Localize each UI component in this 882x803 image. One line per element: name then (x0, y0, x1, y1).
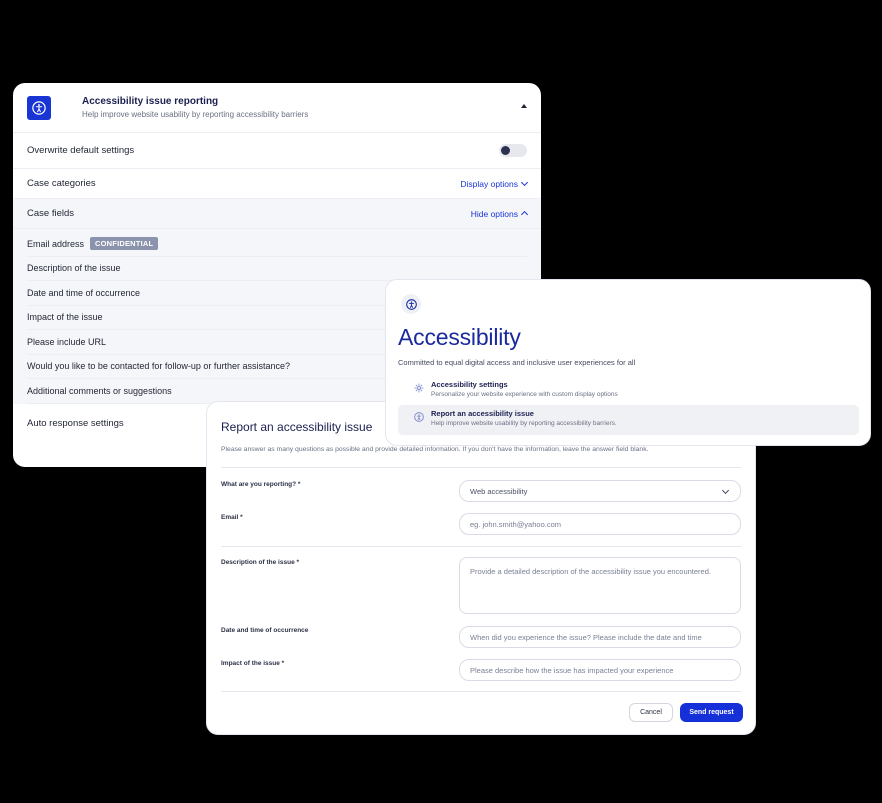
collapse-caret-icon[interactable] (521, 104, 527, 108)
chevron-up-icon (520, 210, 529, 219)
hide-options-label: Hide options (470, 208, 518, 219)
case-field-label: Would you like to be contacted for follo… (27, 361, 290, 372)
email-field[interactable]: eg. john.smith@yahoo.com (459, 513, 741, 535)
date-placeholder: When did you experience the issue? Pleas… (470, 632, 702, 642)
divider (221, 691, 741, 692)
overwrite-toggle[interactable] (499, 144, 527, 157)
overwrite-settings-row: Overwrite default settings (13, 133, 541, 169)
toggle-knob (501, 146, 510, 155)
email-label: Email * (221, 514, 243, 521)
date-field[interactable]: When did you experience the issue? Pleas… (459, 626, 741, 648)
overwrite-label: Overwrite default settings (27, 145, 135, 156)
report-issue-form: Report an accessibility issue Please ans… (206, 401, 756, 735)
accessibility-description: Committed to equal digital access and in… (398, 358, 636, 367)
cancel-button[interactable]: Cancel (629, 703, 673, 722)
email-placeholder: eg. john.smith@yahoo.com (470, 519, 561, 529)
confidential-badge: CONFIDENTIAL (90, 237, 159, 251)
case-categories-label: Case categories (27, 178, 96, 189)
accessibility-widget: Accessibility Committed to equal digital… (385, 279, 871, 446)
case-field-label: Email address (27, 238, 85, 249)
accessibility-title: Accessibility (398, 324, 521, 350)
hide-options-link[interactable]: Hide options (470, 208, 529, 219)
settings-subtitle: Help improve website usability by report… (82, 110, 309, 119)
case-field-label: Impact of the issue (27, 312, 103, 323)
settings-title: Accessibility issue reporting (82, 96, 219, 107)
date-label: Date and time of occurrence (221, 627, 309, 634)
impact-label: Impact of the issue * (221, 660, 285, 667)
display-options-label: Display options (460, 178, 518, 189)
what-reporting-value: Web accessibility (470, 486, 528, 496)
chevron-down-icon (721, 486, 730, 495)
accessibility-settings-item[interactable]: Accessibility settings Personalize your … (398, 376, 859, 406)
chevron-down-icon (520, 178, 529, 186)
impact-placeholder: Please describe how the issue has impact… (470, 665, 674, 675)
send-request-button[interactable]: Send request (680, 703, 743, 722)
report-issue-item[interactable]: Report an accessibility issue Help impro… (398, 405, 859, 435)
case-field-item[interactable]: Email address CONFIDENTIAL (27, 232, 527, 257)
report-issue-title: Report an accessibility issue (431, 409, 534, 418)
case-categories-row: Case categories Display options (13, 169, 541, 199)
divider (221, 467, 741, 468)
divider (221, 546, 741, 547)
accessibility-settings-title: Accessibility settings (431, 380, 508, 389)
accessibility-icon (401, 294, 421, 314)
accessibility-icon (27, 95, 51, 120)
accessibility-settings-subtitle: Personalize your website experience with… (431, 391, 618, 398)
gear-icon (414, 383, 424, 393)
case-fields-row: Case fields Hide options (13, 199, 541, 229)
issue-description-textarea[interactable]: Provide a detailed description of the ac… (459, 557, 741, 614)
what-reporting-select[interactable]: Web accessibility (459, 480, 741, 502)
case-fields-label: Case fields (27, 208, 74, 219)
what-reporting-label: What are you reporting? * (221, 481, 301, 488)
case-field-label: Additional comments or suggestions (27, 385, 172, 396)
auto-response-label: Auto response settings (27, 418, 124, 429)
impact-field[interactable]: Please describe how the issue has impact… (459, 659, 741, 681)
case-field-item[interactable]: Description of the issue (27, 257, 527, 281)
settings-header[interactable]: Accessibility issue reporting Help impro… (13, 83, 541, 133)
case-field-label: Please include URL (27, 336, 107, 347)
case-field-label: Date and time of occurrence (27, 287, 141, 298)
report-description: Please answer as many questions as possi… (221, 446, 649, 453)
display-options-link[interactable]: Display options (460, 178, 529, 189)
issue-description-label: Description of the issue * (221, 559, 300, 566)
issue-description-placeholder: Provide a detailed description of the ac… (470, 567, 711, 576)
accessibility-icon (414, 412, 424, 422)
report-title: Report an accessibility issue (221, 420, 373, 434)
case-field-label: Description of the issue (27, 263, 121, 274)
report-issue-subtitle: Help improve website usability by report… (431, 420, 617, 427)
